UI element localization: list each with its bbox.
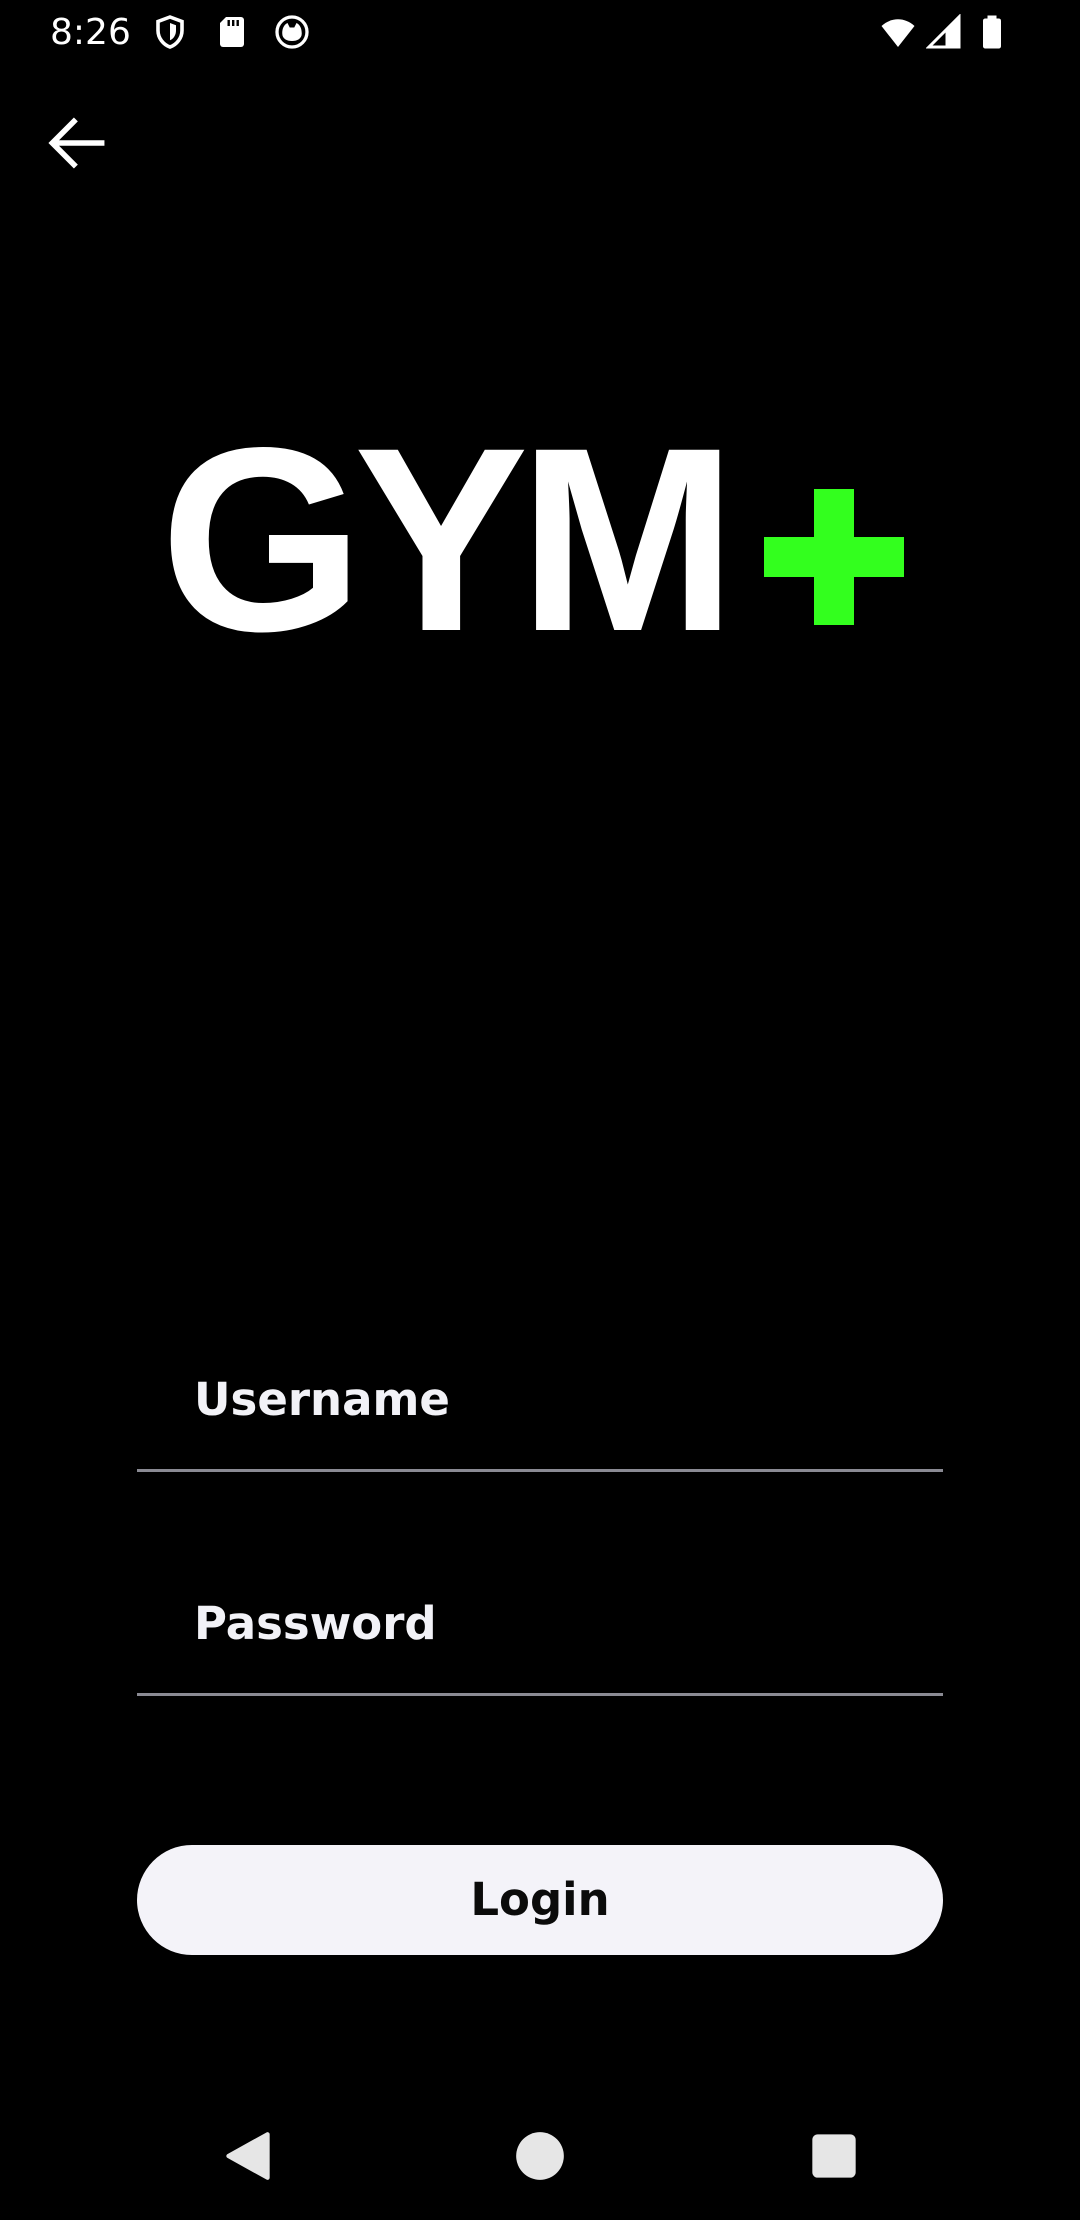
nav-recents-icon[interactable] xyxy=(808,2130,860,2182)
nav-home-icon[interactable] xyxy=(514,2130,566,2182)
shield-icon xyxy=(152,14,188,50)
password-field[interactable]: Password xyxy=(137,1596,943,1696)
cat-face-icon xyxy=(274,14,310,50)
back-button[interactable] xyxy=(40,106,114,180)
logo-plus-icon xyxy=(764,489,904,625)
system-nav-bar xyxy=(0,2110,1080,2200)
nav-back-icon[interactable] xyxy=(222,2130,274,2182)
battery-icon xyxy=(974,14,1010,50)
status-bar: 8:26 xyxy=(0,0,1080,66)
wifi-icon xyxy=(880,14,916,50)
arrow-back-icon xyxy=(48,117,105,169)
gym-plus-logo: GYM xyxy=(160,393,920,686)
signal-icon xyxy=(926,14,962,50)
username-placeholder: Username xyxy=(194,1373,450,1426)
logo-wordmark: GYM xyxy=(160,393,737,686)
password-placeholder: Password xyxy=(194,1597,437,1650)
status-time: 8:26 xyxy=(50,12,131,53)
login-button[interactable]: Login xyxy=(137,1845,943,1955)
sd-card-icon xyxy=(214,14,250,50)
username-field[interactable]: Username xyxy=(137,1372,943,1472)
